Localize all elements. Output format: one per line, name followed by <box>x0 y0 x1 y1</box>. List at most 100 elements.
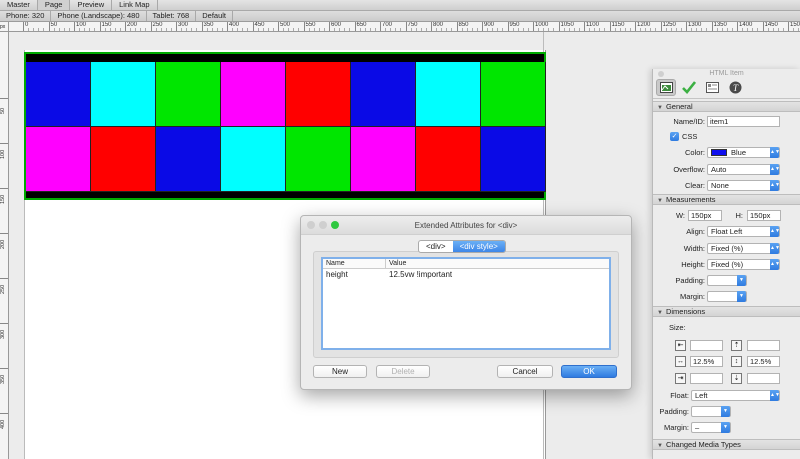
width-percent-field[interactable]: 12.5% <box>690 356 723 367</box>
name-id-field[interactable]: item1 <box>707 116 780 127</box>
grid-cell[interactable] <box>221 62 286 127</box>
breakpoint-phone[interactable]: Phone: 320 <box>0 11 52 21</box>
grid-cell[interactable] <box>351 127 416 192</box>
ruler-minor-tick <box>94 28 96 31</box>
height-percent-field[interactable]: 12.5% <box>747 356 780 367</box>
breakpoint-default[interactable]: Default <box>196 11 233 21</box>
overflow-label: Overflow: <box>673 165 705 174</box>
ruler-minor-tick <box>415 28 417 31</box>
ruler-label: 200 <box>0 233 8 249</box>
align-select[interactable]: Float Left ▲▼ <box>707 226 780 237</box>
clear-value: None <box>711 181 729 190</box>
height-select[interactable]: Fixed (%) ▲▼ <box>707 259 780 270</box>
w-field[interactable]: 150px <box>688 210 722 221</box>
ruler-minor-tick <box>114 28 116 31</box>
color-select[interactable]: Blue ▲▼ <box>707 147 780 158</box>
general-section-header[interactable]: ▼ General <box>653 101 800 112</box>
ruler-label: 300 <box>0 323 8 339</box>
ruler-label: 1200 <box>635 22 650 31</box>
float-select[interactable]: Left ▲▼ <box>691 390 780 401</box>
ruler-minor-tick <box>650 28 652 31</box>
chevron-down-icon: ▼ <box>737 291 746 302</box>
breakpoint-phone-landscape[interactable]: Phone (Landscape): 480 <box>51 11 147 21</box>
padding-select[interactable]: ▼ <box>707 275 747 286</box>
ruler-label: 350 <box>0 368 8 384</box>
min-width-field[interactable] <box>690 340 723 351</box>
new-button[interactable]: New <box>313 365 367 378</box>
validate-checkmark-icon[interactable] <box>679 79 699 96</box>
breakpoint-tablet[interactable]: Tablet: 768 <box>147 11 197 21</box>
grid-cell[interactable] <box>416 62 481 127</box>
overflow-select[interactable]: Auto ▲▼ <box>707 164 780 175</box>
attribute-value-cell[interactable]: 12.5vw !important <box>386 269 452 280</box>
ruler-minor-tick <box>512 28 514 31</box>
inspector-panel: HTML Item T ▼ General Name/ID: item1 ✓ CS… <box>652 69 800 459</box>
ruler-minor-tick <box>293 28 295 31</box>
changed-media-section-header[interactable]: ▼ Changed Media Types <box>653 439 800 450</box>
ruler-minor-tick <box>614 28 616 31</box>
margin-select[interactable]: ▼ <box>707 291 747 302</box>
attributes-table[interactable]: Name Value height 12.5vw !important <box>321 257 611 350</box>
page-inspector-icon[interactable] <box>702 79 722 96</box>
cancel-button[interactable]: Cancel <box>497 365 553 378</box>
ruler-minor-tick <box>344 28 346 31</box>
grid-cell[interactable] <box>91 62 156 127</box>
grid-cell[interactable] <box>26 127 91 192</box>
grid-cell[interactable] <box>156 62 221 127</box>
inspector-title-bar: HTML Item <box>653 69 800 79</box>
ruler-minor-tick <box>170 28 172 31</box>
max-height-field[interactable] <box>747 373 780 384</box>
grid-cell[interactable] <box>481 127 546 192</box>
dimensions-section-header[interactable]: ▼ Dimensions <box>653 306 800 317</box>
measurements-section-header[interactable]: ▼ Measurements <box>653 194 800 205</box>
chevron-down-icon: ▼ <box>721 422 730 433</box>
ruler-minor-tick <box>272 28 274 31</box>
grid-cell[interactable] <box>481 62 546 127</box>
width-select[interactable]: Fixed (%) ▲▼ <box>707 243 780 254</box>
height-label: Height: <box>681 260 705 269</box>
ruler-minor-tick <box>298 28 300 31</box>
ruler-minor-tick <box>487 28 489 31</box>
text-inspector-icon[interactable]: T <box>725 79 745 96</box>
grid-cell[interactable] <box>221 127 286 192</box>
ruler-minor-tick <box>221 28 223 31</box>
grid-cell[interactable] <box>286 62 351 127</box>
tab-link-map[interactable]: Link Map <box>112 0 158 10</box>
tab-page[interactable]: Page <box>37 0 71 10</box>
ruler-minor-tick <box>262 28 264 31</box>
dim-margin-select[interactable]: – ▼ <box>691 422 731 433</box>
delete-button[interactable]: Delete <box>376 365 430 378</box>
dim-padding-select[interactable]: ▼ <box>691 406 731 417</box>
attribute-name-cell[interactable]: height <box>323 269 386 280</box>
ruler-minor-tick <box>726 28 728 31</box>
grid-cell[interactable] <box>91 127 156 192</box>
seg-tab-div-style[interactable]: <div style> <box>452 241 505 252</box>
grid-cell[interactable] <box>351 62 416 127</box>
h-field[interactable]: 150px <box>747 210 781 221</box>
seg-tab-div[interactable]: <div> <box>419 241 453 252</box>
close-icon[interactable] <box>658 71 664 77</box>
chevron-updown-icon: ▲▼ <box>770 259 780 270</box>
color-grid-item[interactable] <box>24 52 546 200</box>
clear-select[interactable]: None ▲▼ <box>707 180 780 191</box>
min-height-field[interactable] <box>747 340 780 351</box>
column-value-header[interactable]: Value <box>386 259 406 268</box>
css-checkbox[interactable]: ✓ <box>670 132 679 141</box>
max-width-field[interactable] <box>690 373 723 384</box>
tab-preview[interactable]: Preview <box>70 0 113 10</box>
grid-cell[interactable] <box>156 127 221 192</box>
width-value: Fixed (%) <box>711 244 744 253</box>
column-name-header[interactable]: Name <box>323 259 386 268</box>
grid-cell[interactable] <box>416 127 481 192</box>
grid-cell[interactable] <box>26 62 91 127</box>
min-height-icon: ⇡ <box>731 340 742 351</box>
tab-master[interactable]: Master <box>0 0 38 10</box>
ok-button[interactable]: OK <box>561 365 617 378</box>
ruler-corner: px <box>0 22 9 32</box>
ruler-minor-tick <box>543 28 545 31</box>
layout-inspector-icon[interactable] <box>656 79 676 96</box>
clear-label: Clear: <box>684 181 705 190</box>
grid-cell[interactable] <box>286 127 351 192</box>
ruler-minor-tick <box>181 28 183 31</box>
table-row[interactable]: height 12.5vw !important <box>323 269 609 280</box>
